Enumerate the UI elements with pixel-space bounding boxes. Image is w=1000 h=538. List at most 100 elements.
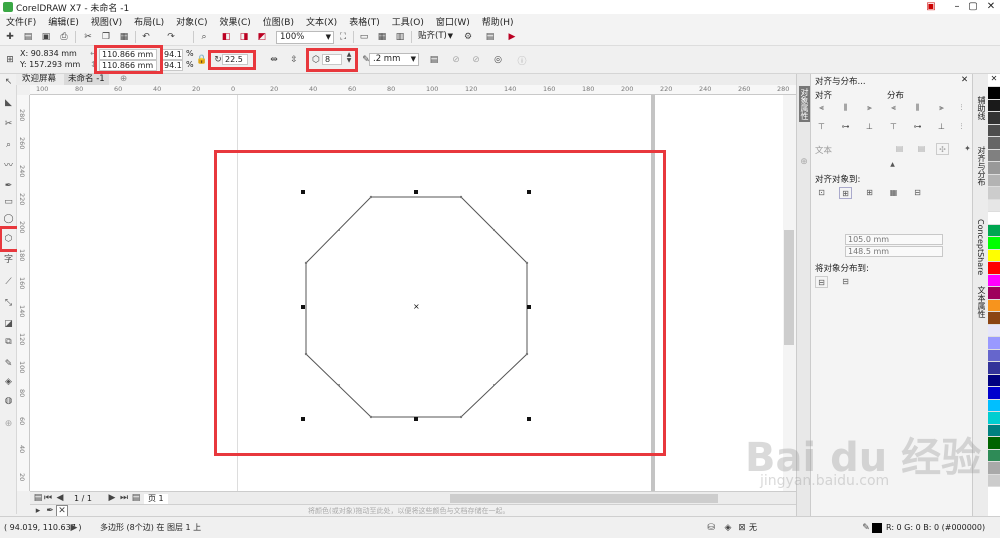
- color-swatch[interactable]: [988, 349, 1000, 362]
- connector-tool-icon[interactable]: ⤡: [3, 298, 14, 309]
- horizontal-ruler[interactable]: 100 80 60 40 20 0 20 40 60 80 100 120 140 160 180 200 22…: [30, 85, 796, 95]
- tab-guidelines[interactable]: 辅助线: [976, 96, 987, 120]
- tab-text-properties[interactable]: 文本属性: [976, 286, 987, 318]
- page-tab[interactable]: 页 1: [144, 494, 168, 504]
- menu-window[interactable]: 窗口(W): [430, 15, 476, 28]
- eyedropper-icon[interactable]: ✎: [3, 359, 14, 370]
- align-center-h-icon[interactable]: ⫼: [839, 102, 852, 114]
- transparency-icon[interactable]: ⧉: [3, 337, 14, 348]
- tab-align-distribute[interactable]: 对齐与分布: [976, 146, 987, 186]
- color-swatch[interactable]: [988, 262, 1000, 275]
- pick-tool-icon[interactable]: ↖: [3, 77, 14, 88]
- save-icon[interactable]: ▣: [40, 31, 52, 43]
- align-bottom-icon[interactable]: ⊥: [863, 121, 876, 133]
- docker-close-icon[interactable]: ✕: [961, 75, 968, 85]
- distribute-bottom-icon[interactable]: ⊥: [935, 121, 948, 133]
- color-swatch[interactable]: [988, 199, 1000, 212]
- color-swatch[interactable]: [988, 149, 1000, 162]
- color-swatch[interactable]: [988, 224, 1000, 237]
- align-center-v-icon[interactable]: ⊶: [839, 121, 852, 133]
- copy-icon[interactable]: ❐: [100, 31, 112, 43]
- distribute-left-icon[interactable]: ⫷: [887, 102, 900, 114]
- color-swatch[interactable]: [988, 112, 1000, 125]
- redo-icon[interactable]: ↷: [165, 31, 177, 43]
- align-to-page-edge-icon[interactable]: ⊞: [839, 187, 852, 199]
- mirror-vertical-icon[interactable]: ⇳: [288, 54, 300, 66]
- color-swatch[interactable]: [988, 249, 1000, 262]
- color-swatch[interactable]: [988, 274, 1000, 287]
- tab-object-properties[interactable]: 对象属性: [799, 86, 810, 122]
- add-page-icon[interactable]: ▤: [130, 492, 142, 504]
- zoom-select[interactable]: 100% ▼: [276, 31, 334, 44]
- color-palette[interactable]: ✕: [988, 74, 1000, 516]
- options-icon[interactable]: ▤: [484, 31, 496, 43]
- collapse-arrow-icon[interactable]: ▲: [886, 159, 899, 171]
- distribute-spacing-v-icon[interactable]: ⫶: [955, 121, 968, 133]
- mirror-horizontal-icon[interactable]: ⇹: [268, 54, 280, 66]
- color-swatch[interactable]: [988, 187, 1000, 200]
- menu-text[interactable]: 文本(X): [300, 15, 343, 28]
- text-last-line-icon[interactable]: ▤: [915, 143, 928, 155]
- text-first-line-icon[interactable]: ▤: [893, 143, 906, 155]
- color-swatch[interactable]: [988, 399, 1000, 412]
- distribute-center-icon[interactable]: ⫼: [911, 102, 924, 114]
- info-icon[interactable]: ⓘ: [516, 54, 528, 67]
- scale-width-field[interactable]: 94.1: [161, 49, 183, 60]
- color-swatch[interactable]: [988, 174, 1000, 187]
- target-icon[interactable]: ◎: [492, 54, 504, 66]
- menu-bitmaps[interactable]: 位图(B): [257, 15, 300, 28]
- vertical-scroll-thumb[interactable]: [784, 230, 794, 345]
- cut-icon[interactable]: ✂: [82, 31, 94, 43]
- snap-to-menu[interactable]: 贴齐(T) ▼: [415, 31, 455, 44]
- color-swatch[interactable]: [988, 424, 1000, 437]
- menu-object[interactable]: 对象(C): [170, 15, 213, 28]
- vertical-ruler[interactable]: 280 260 240 220 200 180 160 140 120 100 80 60 40 20: [17, 95, 30, 491]
- color-swatch[interactable]: [988, 412, 1000, 425]
- freehand-tool-icon[interactable]: 〰: [3, 161, 14, 172]
- color-swatch[interactable]: [988, 337, 1000, 350]
- menu-help[interactable]: 帮助(H): [476, 15, 520, 28]
- search-content-icon[interactable]: ⌕: [198, 31, 210, 43]
- ellipse-tool-icon[interactable]: ◯: [3, 214, 14, 225]
- undo-icon[interactable]: ↶: [140, 31, 152, 43]
- align-right-icon[interactable]: ⫸: [863, 102, 876, 114]
- align-to-active-icon[interactable]: ⊡: [815, 187, 828, 199]
- color-swatch[interactable]: [988, 237, 1000, 250]
- publish-pdf-icon[interactable]: ◩: [256, 31, 268, 43]
- launch-icon[interactable]: ▶: [506, 31, 518, 43]
- show-guides-icon[interactable]: ▥: [394, 31, 406, 43]
- color-swatch[interactable]: [988, 287, 1000, 300]
- align-y-field[interactable]: 148.5 mm: [845, 246, 943, 257]
- export-icon[interactable]: ◨: [238, 31, 250, 43]
- artistic-media-icon[interactable]: ✒: [3, 181, 14, 192]
- add-tool-icon[interactable]: ⊕: [3, 419, 14, 430]
- show-grid-icon[interactable]: ▦: [376, 31, 388, 43]
- tab-document[interactable]: 未命名 -1: [64, 74, 109, 85]
- last-page-icon[interactable]: ⏭: [118, 492, 130, 504]
- import-icon[interactable]: ◧: [220, 31, 232, 43]
- color-swatch[interactable]: [988, 312, 1000, 325]
- color-swatch[interactable]: [988, 162, 1000, 175]
- color-swatch[interactable]: [988, 362, 1000, 375]
- tab-welcome-screen[interactable]: 欢迎屏幕: [18, 74, 60, 85]
- color-swatch[interactable]: [988, 374, 1000, 387]
- crop-tool-icon[interactable]: ✂: [3, 119, 14, 130]
- distribute-right-icon[interactable]: ⫸: [935, 102, 948, 114]
- color-swatch[interactable]: [988, 137, 1000, 150]
- menu-table[interactable]: 表格(T): [343, 15, 386, 28]
- menu-file[interactable]: 文件(F): [0, 15, 42, 28]
- shape-tool-icon[interactable]: ◣: [3, 98, 14, 109]
- color-swatch[interactable]: [988, 474, 1000, 487]
- break-apart-icon[interactable]: ⊘: [470, 54, 482, 66]
- menu-edit[interactable]: 编辑(E): [42, 15, 85, 28]
- align-left-icon[interactable]: ⫷: [815, 102, 828, 114]
- color-swatch[interactable]: [988, 387, 1000, 400]
- horizontal-scroll-thumb[interactable]: [450, 494, 718, 503]
- first-page-icon[interactable]: ⏮: [42, 492, 54, 504]
- align-to-grid-icon[interactable]: ▦: [887, 187, 900, 199]
- color-swatch[interactable]: [988, 87, 1000, 100]
- align-to-page-center-icon[interactable]: ⊞: [863, 187, 876, 199]
- distribute-to-page-icon[interactable]: ⊟: [839, 276, 852, 288]
- color-swatch[interactable]: [988, 212, 1000, 225]
- add-tab-icon[interactable]: ⊕: [116, 74, 131, 85]
